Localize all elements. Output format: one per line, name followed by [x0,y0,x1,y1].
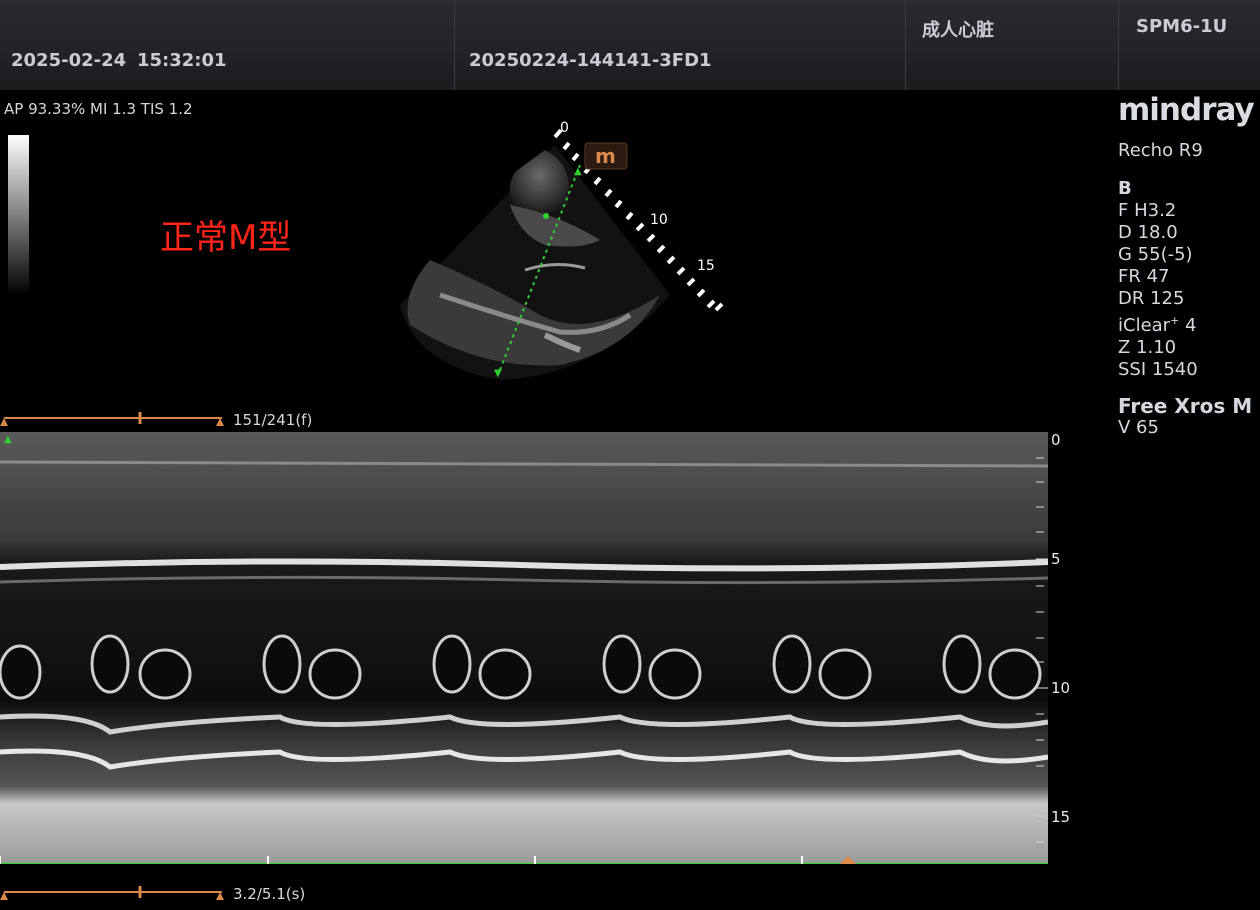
param-frame-rate: FR 47 [1118,266,1170,287]
mmode-top-marker-icon: ▲ [4,434,12,445]
m-mode-icon[interactable]: m [584,142,628,170]
cine-frame-counter: 151/241(f) [233,411,313,429]
parameter-panel: mindray Recho R9 B F H3.2 D 18.0 G 55(-5… [1118,92,1260,439]
mmode-depth-10: 10 [1051,679,1071,697]
datetime-cell: 2025-02-24 15:32:01 [0,0,455,90]
cine-slider-top[interactable] [0,408,230,428]
probe-cell[interactable]: SPM6-1U [1119,0,1260,90]
depth-mark-0: 0 [560,120,569,136]
cine-top-right-marker-icon[interactable] [216,418,224,426]
mmode-trace-image[interactable]: ▲ [0,432,1048,864]
cine-slider-bottom[interactable] [0,882,230,902]
param-velocity: V 65 [1118,417,1159,438]
mmode-depth-0: 0 [1051,431,1061,449]
mmode-depth-ticks [1036,457,1048,843]
grayscale-bar [8,135,29,295]
depth-mark-15: 15 [697,258,715,274]
m-mode-icon-label: m [595,144,616,168]
acoustic-power-status: AP 93.33% MI 1.3 TIS 1.2 [4,100,193,118]
device-model: Recho R9 [1118,140,1203,161]
m-line-bottom-arrow-icon: ▼ [494,368,502,379]
param-frequency: F H3.2 [1118,200,1177,221]
m-line-top-arrow-icon: ▲ [574,166,582,177]
top-bar: 2025-02-24 15:32:01 20250224-144141-3FD1… [0,0,1260,90]
param-depth: D 18.0 [1118,222,1178,243]
param-gain: G 55(-5) [1118,244,1193,265]
cine-top-left-marker-icon[interactable] [0,418,8,426]
brand-logo: mindray [1118,92,1255,128]
exam-type: 成人心脏 [922,20,994,41]
param-dynamic-range: DR 125 [1118,288,1185,309]
cine-bottom-right-marker-icon[interactable] [216,892,224,900]
param-iclear-sup: + [1170,314,1180,327]
mmode-depth-15: 15 [1051,808,1071,826]
annotation-text[interactable]: 正常M型 [160,210,291,259]
param-iclear-label: iClear [1118,315,1171,336]
mmode-background [0,432,1048,864]
patient-cell[interactable]: 20250224-144141-3FD1 [455,0,906,90]
mmode-depth-scale [1036,457,1048,843]
exam-cell[interactable]: 成人心脏 [906,0,1119,90]
m-line-focus [543,213,549,219]
m-mode-title: Free Xros M [1118,394,1253,418]
param-iclear-value: 4 [1185,315,1197,336]
patient-id: 20250224-144141-3FD1 [469,50,712,71]
depth-mark-10: 10 [650,212,668,228]
mmode-depth-5: 5 [1051,550,1061,568]
param-zoom: Z 1.10 [1118,337,1177,358]
b-mode-title: B [1118,178,1132,199]
probe-name: SPM6-1U [1136,16,1228,37]
param-ssi: SSI 1540 [1118,359,1198,380]
bmode-sector-image[interactable]: 0 10 15 ▲ ▼ m [330,110,750,400]
cine-bottom-left-marker-icon[interactable] [0,892,8,900]
time-text: 15:32:01 [137,50,227,71]
date-text: 2025-02-24 [11,50,127,71]
cine-time-counter: 3.2/5.1(s) [233,885,306,903]
param-iclear: iClear+ 4 [1118,310,1260,337]
